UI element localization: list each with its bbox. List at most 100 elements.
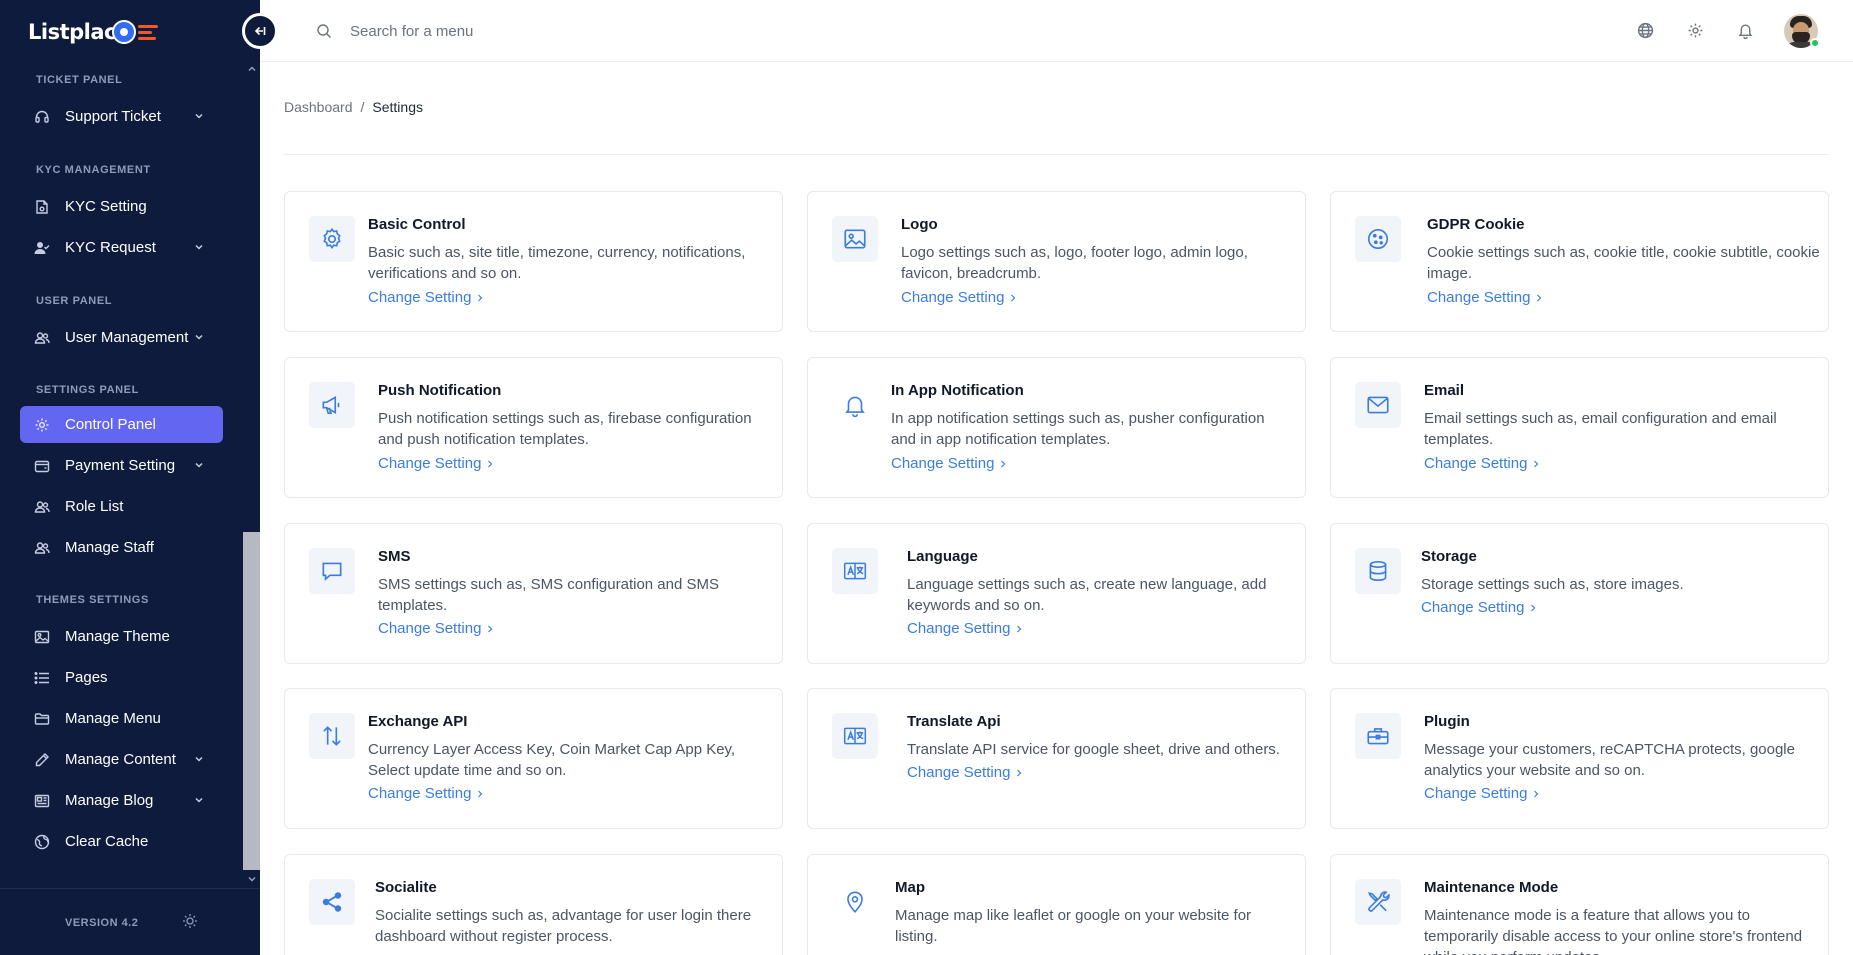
change-setting-link[interactable]: Change Setting [1421, 599, 1537, 616]
settings-card-maintenance-mode: Maintenance Mode Maintenance mode is a f… [1330, 854, 1829, 955]
breadcrumb-dashboard-link[interactable]: Dashboard [284, 99, 353, 115]
chevron-right-icon [478, 790, 483, 797]
card-title: GDPR Cookie [1427, 216, 1525, 233]
chevron-down-icon [195, 244, 203, 250]
sidebar-item-label: Manage Theme [65, 628, 170, 645]
chevron-right-icon [1537, 294, 1542, 301]
sidebar-scrollbar-thumb[interactable] [243, 532, 260, 870]
translate-icon [832, 548, 878, 594]
sidebar-item-role-list[interactable]: Role List [20, 488, 223, 525]
card-title: Translate Api [907, 713, 1001, 730]
headset-icon [34, 109, 50, 125]
chevron-right-icon [1017, 625, 1022, 632]
sidebar-item-label: Control Panel [65, 416, 156, 433]
document-settings-icon [34, 199, 50, 215]
card-description: Basic such as, site title, timezone, cur… [368, 244, 746, 282]
page-divider [284, 154, 1829, 155]
change-setting-link[interactable]: Change Setting [907, 620, 1023, 637]
sidebar-item-kyc-request[interactable]: KYC Request [20, 229, 223, 266]
card-description: Storage settings such as, store images. [1421, 576, 1684, 593]
card-title: Socialite [375, 879, 437, 896]
sun-icon[interactable] [182, 913, 198, 929]
breadcrumb: Dashboard / Settings [284, 99, 423, 115]
card-description: Maintenance mode is a feature that allow… [1424, 907, 1803, 955]
logo-text: Listplac [28, 20, 116, 44]
change-setting-link[interactable]: Change Setting [368, 785, 484, 802]
card-title: Logo [901, 216, 938, 233]
sidebar-item-support-ticket[interactable]: Support Ticket [20, 98, 223, 135]
change-setting-link[interactable]: Change Setting [1424, 455, 1540, 472]
app-logo[interactable]: Listplac [28, 14, 158, 50]
change-setting-link[interactable]: Change Setting [368, 289, 484, 306]
sidebar-item-user-management[interactable]: User Management [20, 319, 223, 356]
sidebar-item-label: Payment Setting [65, 457, 176, 474]
sidebar-footer: VERSION 4.2 [0, 888, 260, 955]
settings-card-language: Language Language settings such as, crea… [807, 523, 1306, 664]
database-icon [1355, 548, 1401, 594]
share-icon [309, 879, 355, 925]
chevron-down-icon [195, 334, 203, 340]
sidebar-item-control-panel[interactable]: Control Panel [20, 406, 223, 443]
toolbox-icon [1355, 713, 1401, 759]
settings-card-sms: SMS SMS settings such as, SMS configurat… [284, 523, 783, 664]
sidebar-item-label: Clear Cache [65, 833, 149, 850]
change-setting-link[interactable]: Change Setting [378, 620, 494, 637]
sidebar-collapse-button[interactable] [242, 13, 278, 49]
card-description: Socialite settings such as, advantage fo… [375, 907, 752, 945]
users-icon [34, 499, 50, 515]
sidebar-item-manage-content[interactable]: Manage Content [20, 741, 223, 778]
map-pin-icon [832, 879, 878, 925]
sidebar-item-manage-theme[interactable]: Manage Theme [20, 618, 223, 655]
sidebar-item-manage-staff[interactable]: Manage Staff [20, 529, 223, 566]
change-setting-link[interactable]: Change Setting [1427, 289, 1543, 306]
globe-icon[interactable] [1637, 22, 1654, 39]
sidebar-item-label: KYC Setting [65, 198, 147, 215]
card-title: Exchange API [368, 713, 468, 730]
sidebar-item-label: User Management [65, 329, 189, 346]
breadcrumb-separator: / [360, 99, 365, 115]
card-title: In App Notification [891, 382, 1024, 399]
sidebar-item-pages[interactable]: Pages [20, 659, 223, 696]
settings-card-socialite: Socialite Socialite settings such as, ad… [284, 854, 783, 955]
folder-icon [34, 711, 50, 727]
change-setting-link[interactable]: Change Setting [901, 289, 1017, 306]
card-description: In app notification settings such as, pu… [891, 410, 1265, 448]
settings-card-storage: Storage Storage settings such as, store … [1330, 523, 1829, 664]
chevron-right-icon [1001, 460, 1006, 467]
bell-icon [832, 382, 878, 428]
change-setting-link[interactable]: Change Setting [378, 455, 494, 472]
sidebar-item-label: KYC Request [65, 239, 156, 256]
sidebar-item-label: Manage Staff [65, 539, 154, 556]
card-title: Email [1424, 382, 1465, 399]
card-description: Logo settings such as, logo, footer logo… [901, 244, 1248, 282]
image-icon [34, 629, 50, 645]
collapse-arrow-icon [254, 26, 266, 36]
sidebar-item-clear-cache[interactable]: Clear Cache [20, 823, 223, 860]
users-icon [34, 330, 50, 346]
gear-icon [34, 417, 50, 433]
sidebar-item-payment-setting[interactable]: Payment Setting [20, 447, 223, 484]
search-input[interactable] [350, 16, 750, 46]
card-description: SMS settings such as, SMS configuration … [378, 576, 719, 614]
bell-icon[interactable] [1737, 22, 1754, 39]
tools-icon [1355, 879, 1401, 925]
sidebar: Listplac TICKET PANEL Support Ticket KYC… [0, 0, 260, 955]
sidebar-item-manage-menu[interactable]: Manage Menu [20, 700, 223, 737]
sidebar-item-manage-blog[interactable]: Manage Blog [20, 782, 223, 819]
settings-card-exchange-api: Exchange API Currency Layer Access Key, … [284, 688, 783, 829]
sidebar-item-kyc-setting[interactable]: KYC Setting [20, 188, 223, 225]
chat-icon [309, 548, 355, 594]
exchange-arrows-icon [309, 713, 355, 759]
topbar [260, 0, 1853, 62]
scroll-up-arrow-icon[interactable] [247, 64, 257, 74]
gear-icon[interactable] [1687, 22, 1704, 39]
card-title: SMS [378, 548, 411, 565]
change-setting-link[interactable]: Change Setting [891, 455, 1007, 472]
version-label: VERSION 4.2 [65, 917, 139, 929]
chevron-right-icon [478, 294, 483, 301]
change-setting-link[interactable]: Change Setting [907, 764, 1023, 781]
change-setting-link[interactable]: Change Setting [1424, 785, 1540, 802]
scroll-down-arrow-icon[interactable] [247, 874, 257, 884]
settings-card-map: Map Manage map like leaflet or google on… [807, 854, 1306, 955]
card-title: Basic Control [368, 216, 466, 233]
